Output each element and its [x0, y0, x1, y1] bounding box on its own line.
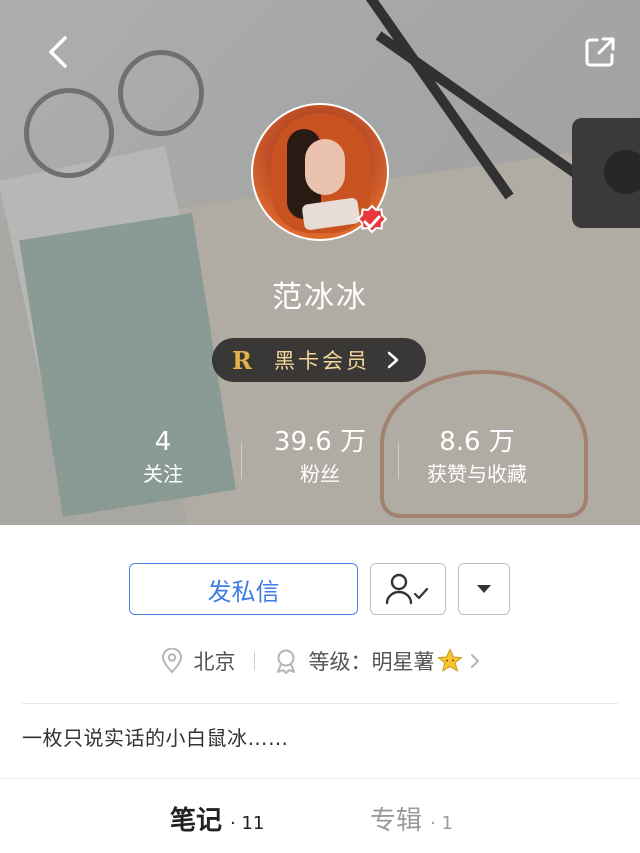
- stat-likes-collects[interactable]: 8.6 万 获赞与收藏: [399, 427, 555, 491]
- bio-text: 一枚只说实话的小白鼠冰……: [22, 726, 289, 750]
- verified-badge-icon: [356, 205, 388, 234]
- share-button[interactable]: [578, 30, 622, 74]
- chevron-left-icon: [49, 36, 67, 68]
- vip-r-icon: R: [232, 345, 252, 375]
- star-level-icon: [436, 648, 463, 672]
- divider: [0, 778, 640, 779]
- chevron-right-icon: [470, 654, 479, 668]
- medal-icon: [276, 649, 295, 674]
- tab-albums[interactable]: 专辑 · 1: [370, 800, 453, 837]
- more-options-button[interactable]: [458, 563, 510, 615]
- share-external-icon: [585, 37, 615, 67]
- divider: [22, 703, 618, 704]
- following-status-button[interactable]: [370, 563, 446, 615]
- stat-followers[interactable]: 39.6 万 粉丝: [242, 427, 398, 491]
- back-button[interactable]: [36, 30, 80, 74]
- send-message-button[interactable]: 发私信: [129, 563, 358, 615]
- content-tabs: 笔记 · 11 专辑 · 1: [0, 800, 640, 850]
- location-pin-icon: [161, 648, 182, 674]
- stats-bar: 4 关注 39.6 万 粉丝 8.6 万 获赞与收藏: [85, 427, 555, 497]
- tab-notes[interactable]: 笔记 · 11: [170, 800, 264, 837]
- level-name: 明星薯: [371, 650, 435, 674]
- chevron-right-icon: [387, 351, 399, 369]
- location: 北京: [160, 646, 236, 676]
- black-card-member-badge[interactable]: R 黑卡会员: [212, 338, 426, 382]
- user-level[interactable]: 等级： 明星薯: [273, 646, 481, 676]
- stat-following[interactable]: 4 关注: [85, 427, 241, 491]
- caret-down-icon: [477, 585, 491, 593]
- profile-meta: 北京 等级： 明星薯: [0, 644, 640, 678]
- profile-header: 范冰冰 R 黑卡会员 4 关注 39.6 万 粉丝 8.6 万 获赞与收藏: [0, 0, 640, 525]
- user-check-icon: [385, 573, 429, 605]
- nickname: 范冰冰: [272, 280, 368, 315]
- vip-label: 黑卡会员: [274, 349, 370, 373]
- avatar[interactable]: [251, 103, 389, 241]
- meta-divider: [253, 652, 255, 670]
